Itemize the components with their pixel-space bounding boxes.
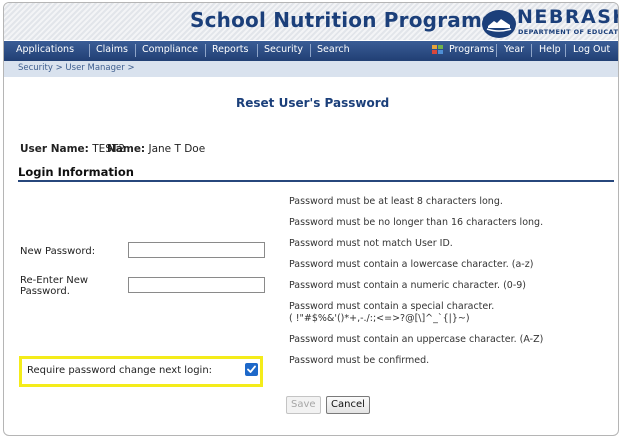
- header-banner: School Nutrition Programs NEBRASKA DEPAR…: [4, 3, 619, 40]
- nav-applications[interactable]: Applications: [16, 44, 74, 55]
- require-change-checkbox[interactable]: [245, 363, 258, 376]
- breadcrumb-bar: Security > User Manager >: [4, 61, 618, 77]
- nav-divider: [257, 44, 258, 57]
- nav-divider: [565, 44, 566, 57]
- nav-logout[interactable]: Log Out: [573, 44, 610, 55]
- logo-subtitle: DEPARTMENT OF EDUCATION: [518, 28, 619, 36]
- new-password-input[interactable]: [128, 242, 265, 258]
- nav-divider: [531, 44, 532, 57]
- programs-grid-icon: [432, 45, 444, 56]
- nav-divider: [310, 44, 311, 57]
- password-rule: Password must contain a special characte…: [289, 301, 495, 312]
- nav-help[interactable]: Help: [539, 44, 561, 55]
- nav-compliance[interactable]: Compliance: [142, 44, 198, 55]
- nav-divider: [135, 44, 136, 57]
- nebraska-seal-icon: [482, 10, 516, 38]
- full-name-value: Jane T Doe: [148, 143, 206, 155]
- app-window: School Nutrition Programs NEBRASKA DEPAR…: [3, 2, 619, 436]
- app-title: School Nutrition Programs: [190, 8, 495, 32]
- nav-divider: [496, 44, 497, 57]
- section-divider: [18, 180, 614, 182]
- page-title: Reset User's Password: [236, 96, 390, 110]
- password-rules: Password must be at least 8 characters l…: [289, 196, 618, 376]
- checkmark-icon: [247, 365, 256, 373]
- require-change-label: Require password change next login:: [27, 365, 213, 376]
- password-rule: Password must be at least 8 characters l…: [289, 196, 503, 207]
- password-rule: Password must contain an uppercase chara…: [289, 334, 544, 345]
- reenter-password-input[interactable]: [128, 277, 265, 293]
- main-nav: Applications Claims Compliance Reports S…: [4, 41, 618, 61]
- new-password-label: New Password:: [20, 246, 96, 257]
- nav-year[interactable]: Year: [504, 44, 524, 55]
- password-rule: Password must be no longer than 16 chara…: [289, 217, 544, 228]
- section-title: Login Information: [18, 165, 134, 179]
- password-rule: Password must contain a lowercase charac…: [289, 259, 534, 270]
- reenter-password-label-line2: Password.: [20, 286, 70, 297]
- logo-name: NEBRASKA: [517, 6, 618, 28]
- nav-divider: [89, 44, 90, 57]
- full-name-label: Name:: [107, 143, 146, 155]
- breadcrumb[interactable]: Security > User Manager >: [18, 63, 135, 73]
- password-rule-special-chars: ( !"#$%&'()*+,-./:;<=>?@[\]^_`{|}~): [289, 313, 470, 324]
- nav-security[interactable]: Security: [264, 44, 303, 55]
- nav-programs[interactable]: Programs: [449, 44, 494, 55]
- password-rule: Password must not match User ID.: [289, 238, 453, 249]
- nav-divider: [205, 44, 206, 57]
- nav-claims[interactable]: Claims: [96, 44, 128, 55]
- nav-search[interactable]: Search: [317, 44, 350, 55]
- password-rule: Password must be confirmed.: [289, 355, 430, 366]
- cancel-button[interactable]: Cancel: [326, 396, 370, 414]
- nav-reports[interactable]: Reports: [212, 44, 248, 55]
- password-rule: Password must contain a numeric characte…: [289, 280, 527, 291]
- user-name-label: User Name:: [20, 143, 89, 155]
- full-name-row: Name: Jane T Doe: [107, 143, 205, 155]
- save-button[interactable]: Save: [286, 396, 321, 414]
